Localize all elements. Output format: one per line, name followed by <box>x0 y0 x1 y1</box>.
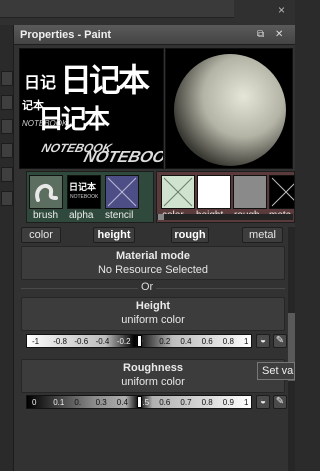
slider-tick-label: 0.7 <box>180 398 192 407</box>
alpha-glyph: 日记本 <box>60 61 150 99</box>
sphere-icon <box>174 54 286 166</box>
alpha-preview: 日记 日记本 记本 日记本 NOTEBOOK NOTEBOOK NOTEBOOK <box>19 48 164 169</box>
window-top-strip: × <box>0 0 295 25</box>
tab-height[interactable]: height <box>93 227 135 243</box>
slider-tick-label: 0.6 <box>159 398 171 407</box>
slider-tick-label: 0.1 <box>53 398 65 407</box>
channel-tabs: color height rough metal <box>21 227 285 243</box>
slider-thumb[interactable] <box>136 335 142 347</box>
panel-scrollbar[interactable] <box>288 227 295 471</box>
height-section[interactable]: Height uniform color <box>21 297 285 331</box>
pencil-icon[interactable]: ✎ <box>273 334 287 348</box>
slots-scrollbar[interactable] <box>156 214 293 220</box>
material-sphere-preview <box>165 48 293 169</box>
slider-tick-label: 0.8 <box>222 337 234 346</box>
slider-tick-label: -1 <box>32 337 40 346</box>
slider-tick-label: 0.4 <box>116 398 128 407</box>
scrollbar-knob[interactable] <box>158 214 164 220</box>
slider-tick-label: 0 <box>32 398 37 407</box>
upper-pane <box>0 0 234 18</box>
slider-tick-label: 0.6 <box>201 337 213 346</box>
roughness-slot[interactable] <box>233 175 267 209</box>
metal-slot[interactable] <box>269 175 301 209</box>
slider-thumb[interactable] <box>136 396 142 408</box>
roughness-slider[interactable]: 0 0.1 0. 0.3 0.4 0.5 0.6 0.7 0.8 0.9 1 <box>26 395 252 409</box>
slider-tick-label: 0.8 <box>201 398 213 407</box>
brush-stroke-icon <box>35 183 58 202</box>
close-panel-icon[interactable]: ✕ <box>275 29 283 40</box>
slider-tick-label: 1 <box>244 398 249 407</box>
empty-slot-icon <box>163 177 193 207</box>
slider-tick-label: -0.2 <box>116 337 131 346</box>
tool-dock <box>0 25 14 471</box>
material-mode-heading: Material mode <box>116 250 190 262</box>
slider-tick-label: 0.3 <box>95 398 107 407</box>
tool-button[interactable] <box>1 191 13 206</box>
brush-slots: brush 日记本 NOTEBOOK alpha stencil <box>26 171 154 223</box>
material-mode-section[interactable]: Material mode No Resource Selected <box>21 246 285 280</box>
stencil-label: stencil <box>105 210 134 221</box>
properties-panel: Properties - Paint ⧉ ✕ 日记 日记本 记本 日记本 NOT… <box>14 25 301 471</box>
height-mode: uniform color <box>121 314 185 326</box>
slider-tick-label: 0. <box>74 398 82 407</box>
empty-slot-icon <box>271 177 301 207</box>
tool-button[interactable] <box>1 71 13 86</box>
slider-tick-label: -0.4 <box>95 337 110 346</box>
alpha-glyph: NOTEBOOK <box>81 149 164 166</box>
alpha-glyph: NOTEBOOK <box>22 119 68 128</box>
undock-icon[interactable]: ⧉ <box>257 29 264 40</box>
or-label: Or <box>138 281 157 293</box>
slider-tick-label: 0.2 <box>159 337 171 346</box>
roughness-mode: uniform color <box>121 376 185 388</box>
tooltip: Set va <box>257 362 295 380</box>
panel-titlebar: Properties - Paint ⧉ ✕ <box>14 25 295 45</box>
alpha-thumb-subtext: NOTEBOOK <box>70 194 99 200</box>
tab-metal[interactable]: metal <box>242 227 283 243</box>
alpha-glyph: 日记 <box>24 73 57 92</box>
slider-tick-label: 1 <box>244 337 249 346</box>
color-picker-icon[interactable]: ◒ <box>256 334 270 348</box>
slider-tick-label: -0.6 <box>74 337 89 346</box>
tool-button[interactable] <box>1 167 13 182</box>
slider-tick-label: 0.9 <box>222 398 234 407</box>
tool-button[interactable] <box>1 119 13 134</box>
empty-slot-icon <box>107 177 137 207</box>
height-slot[interactable] <box>197 175 231 209</box>
slider-tick-label: -0.8 <box>53 337 67 346</box>
brush-slot[interactable] <box>29 175 63 209</box>
panel-title: Properties - Paint <box>20 29 112 41</box>
tab-rough[interactable]: rough <box>171 227 209 243</box>
brush-label: brush <box>33 210 59 221</box>
tool-button[interactable] <box>1 143 13 158</box>
tool-button[interactable] <box>1 95 13 110</box>
height-slider[interactable]: -1-0.8-0.6-0.4-0.200.20.40.60.81 <box>26 334 252 348</box>
tab-color[interactable]: color <box>21 227 61 243</box>
color-slot[interactable] <box>161 175 195 209</box>
alpha-thumb-text: 日记本 <box>69 183 97 193</box>
material-mode-value: No Resource Selected <box>97 264 209 276</box>
slider-tick-label: 0.4 <box>180 337 192 346</box>
alpha-glyph: 日记本 <box>38 105 110 135</box>
color-picker-icon[interactable]: ◒ <box>256 395 270 409</box>
roughness-heading: Roughness <box>123 362 183 374</box>
roughness-section[interactable]: Roughness uniform color <box>21 359 285 393</box>
pencil-icon[interactable]: ✎ <box>273 395 287 409</box>
stencil-slot[interactable] <box>105 175 139 209</box>
alpha-label: alpha <box>69 210 94 221</box>
alpha-slot[interactable]: 日记本 NOTEBOOK <box>67 175 101 209</box>
close-icon[interactable]: × <box>278 4 290 16</box>
height-heading: Height <box>135 300 171 312</box>
